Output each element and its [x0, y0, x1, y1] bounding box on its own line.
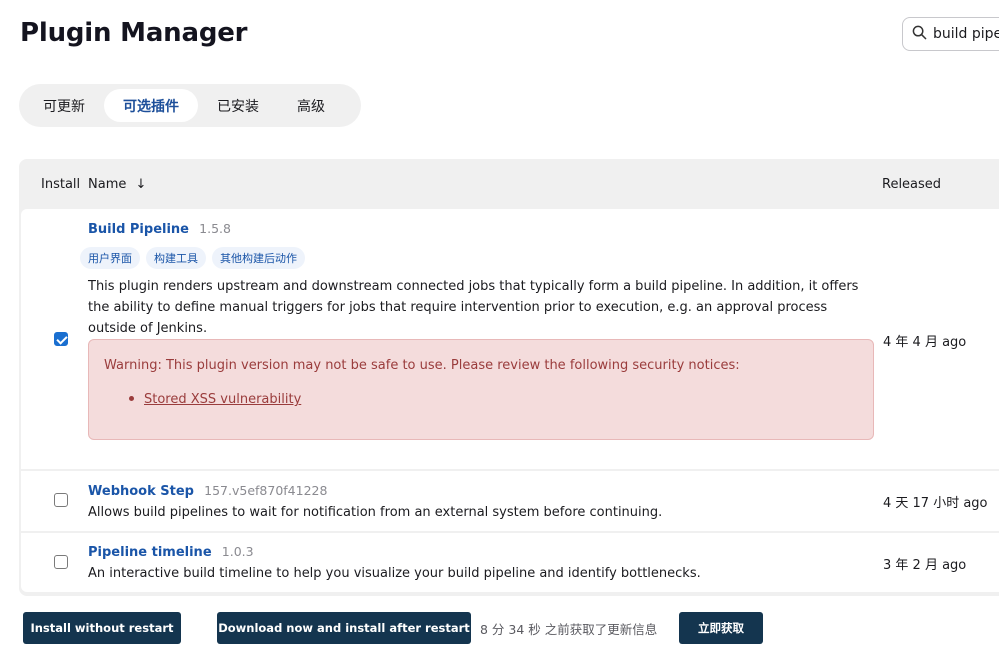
- search-box[interactable]: [902, 17, 999, 51]
- table-row: Webhook Step 157.v5ef870f41228 Allows bu…: [21, 471, 999, 531]
- bullet-icon: [129, 396, 134, 401]
- plugin-version: 1.0.3: [221, 544, 254, 559]
- column-header-name[interactable]: Name ↓: [88, 177, 146, 192]
- plugin-version: 157.v5ef870f41228: [204, 483, 328, 498]
- plugin-name-line: Build Pipeline 1.5.8: [88, 221, 231, 237]
- tab-updates[interactable]: 可更新: [24, 89, 104, 122]
- plugin-version: 1.5.8: [199, 221, 231, 236]
- plugin-description: This plugin renders upstream and downstr…: [88, 279, 859, 336]
- column-header-released: Released: [882, 177, 942, 192]
- install-checkbox[interactable]: [54, 332, 68, 346]
- plugin-tag[interactable]: 构建工具: [146, 247, 206, 269]
- tab-available[interactable]: 可选插件: [104, 89, 198, 122]
- search-icon: [912, 25, 927, 44]
- plugin-name-line: Webhook Step 157.v5ef870f41228: [88, 483, 327, 499]
- fetch-now-button[interactable]: 立即获取: [679, 612, 763, 644]
- column-header-name-label: Name: [88, 177, 127, 192]
- tab-bar: 可更新 可选插件 已安装 高级: [19, 84, 361, 127]
- plugin-link[interactable]: Build Pipeline: [88, 222, 189, 237]
- plugin-name-line: Pipeline timeline 1.0.3: [88, 544, 254, 560]
- download-install-after-restart-button[interactable]: Download now and install after restart: [217, 612, 471, 644]
- plugin-tags: 用户界面 构建工具 其他构建后动作: [80, 247, 305, 269]
- warning-text: Warning: This plugin version may not be …: [104, 358, 740, 373]
- released-date: 4 天 17 小时 ago: [883, 496, 988, 511]
- plugin-table: Install Name ↓ Released Build Pipeline 1…: [19, 159, 999, 596]
- column-header-install: Install: [41, 177, 81, 192]
- plugin-link[interactable]: Webhook Step: [88, 484, 194, 499]
- install-checkbox[interactable]: [54, 493, 68, 507]
- table-header: Install Name ↓ Released: [19, 159, 999, 209]
- install-checkbox[interactable]: [54, 555, 68, 569]
- plugin-manager-page: Plugin Manager 可更新 可选插件 已安装 高级 Install N…: [0, 0, 999, 661]
- released-date: 3 年 2 月 ago: [883, 558, 967, 573]
- plugin-tag[interactable]: 其他构建后动作: [212, 247, 305, 269]
- install-without-restart-button[interactable]: Install without restart: [23, 612, 181, 644]
- plugin-description: An interactive build timeline to help yo…: [88, 566, 701, 581]
- plugin-description: Allows build pipelines to wait for notif…: [88, 505, 663, 520]
- search-input[interactable]: [933, 26, 999, 42]
- plugin-tag[interactable]: 用户界面: [80, 247, 140, 269]
- security-warning: Warning: This plugin version may not be …: [88, 339, 874, 440]
- released-date: 4 年 4 月 ago: [883, 335, 967, 350]
- security-notice-link[interactable]: Stored XSS vulnerability: [144, 392, 301, 407]
- table-row: Pipeline timeline 1.0.3 An interactive b…: [21, 533, 999, 592]
- sort-arrow-icon: ↓: [135, 177, 147, 192]
- tab-installed[interactable]: 已安装: [198, 89, 278, 122]
- tab-advanced[interactable]: 高级: [278, 89, 344, 122]
- page-title: Plugin Manager: [20, 18, 248, 48]
- plugin-link[interactable]: Pipeline timeline: [88, 545, 212, 560]
- table-row: Build Pipeline 1.5.8 用户界面 构建工具 其他构建后动作 T…: [21, 209, 999, 469]
- update-info-text: 8 分 34 秒 之前获取了更新信息: [480, 622, 658, 637]
